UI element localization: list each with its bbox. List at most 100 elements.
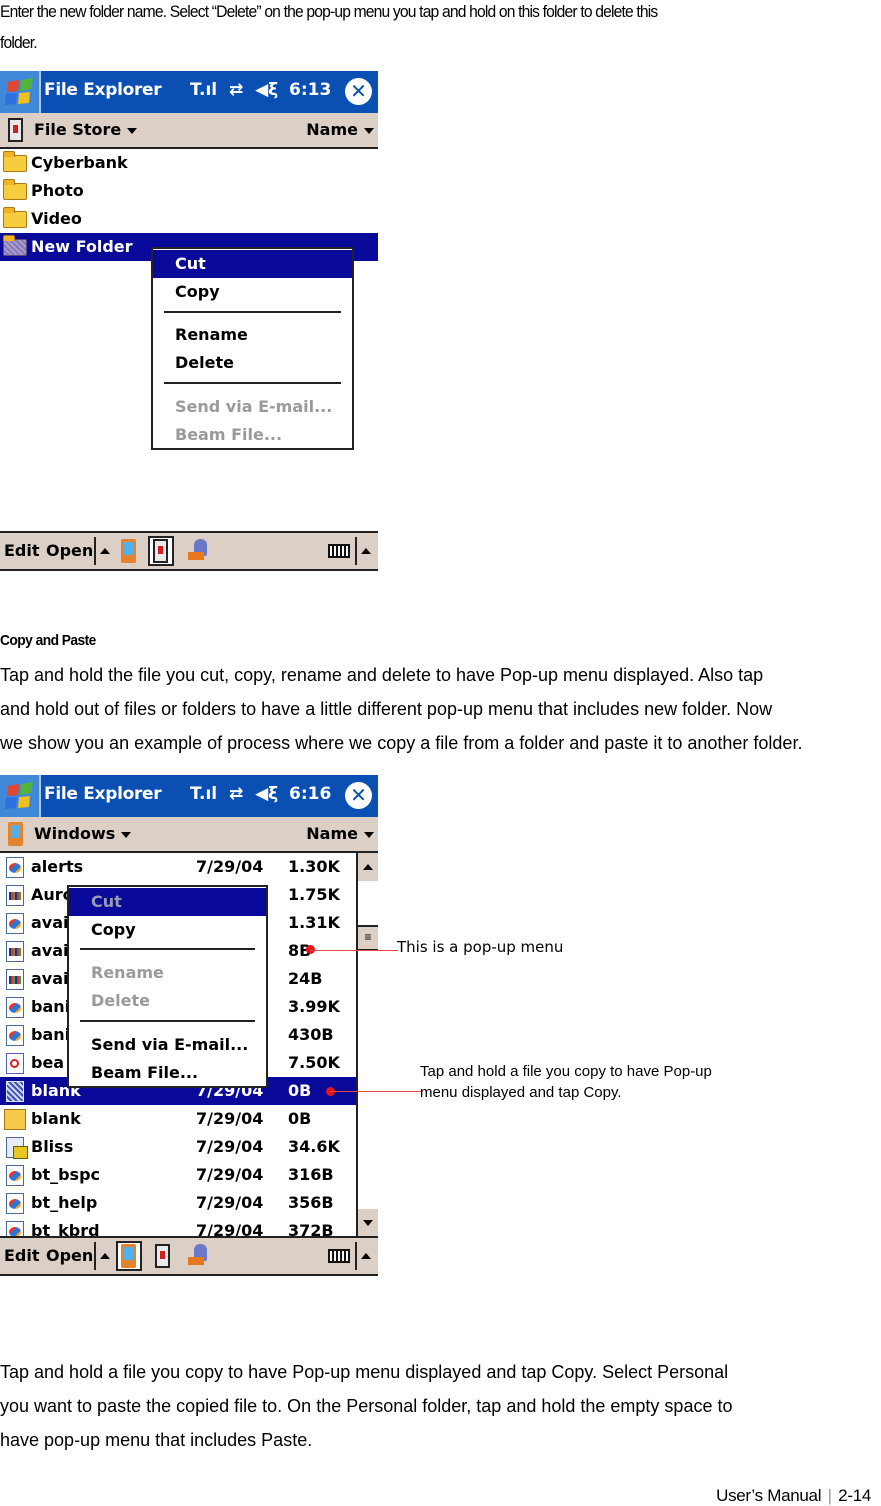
sort-dropdown[interactable]: Name — [306, 824, 374, 843]
file-explorer-screenshot-2: File Explorer T.ıl ⇄ ◀ξ 6:16 ✕ Windows N… — [0, 775, 378, 1278]
start-button[interactable] — [0, 775, 41, 817]
sort-dropdown[interactable]: Name — [306, 120, 374, 139]
menu-item-rename[interactable]: Rename — [69, 959, 266, 987]
scrollbar-thumb[interactable]: ≡ — [358, 925, 378, 951]
chevron-down-icon — [121, 831, 132, 838]
file-size: 0B — [288, 1081, 312, 1100]
new-folder-icon — [3, 235, 27, 256]
context-menu: Cut Copy Rename Delete Send via E-mail..… — [67, 885, 268, 1088]
media-file-icon — [6, 1193, 24, 1214]
file-row[interactable]: Bliss 7/29/04 34.6K — [0, 1133, 356, 1161]
divider — [355, 537, 357, 565]
menu-item-send-email[interactable]: Send via E-mail... — [153, 393, 352, 421]
context-menu: Cut Copy Rename Delete Send via E-mail..… — [151, 247, 354, 450]
folder-icon — [3, 179, 27, 200]
list-item[interactable]: Photo — [0, 177, 378, 205]
file-row[interactable]: blank 7/29/04 0B — [0, 1105, 356, 1133]
storage-card-icon — [153, 539, 168, 563]
vertical-scrollbar[interactable]: ≡ — [356, 853, 378, 1237]
menu-item-copy[interactable]: Copy — [69, 916, 266, 944]
menu-item-delete[interactable]: Delete — [69, 987, 266, 1015]
menu-item-beam-file[interactable]: Beam File... — [153, 421, 352, 449]
menu-item-send-email[interactable]: Send via E-mail... — [69, 1031, 266, 1059]
location-dropdown[interactable]: File Store — [34, 120, 138, 139]
callout-leader-line — [310, 950, 398, 951]
file-name: bani — [31, 1025, 71, 1044]
scroll-up-button[interactable] — [358, 853, 378, 881]
file-row[interactable]: alerts 7/29/04 1.30K — [0, 853, 356, 881]
close-icon[interactable]: ✕ — [345, 782, 372, 809]
file-size: 1.75K — [288, 885, 340, 904]
callout-line-1: Tap and hold a file you copy to have Pop… — [420, 1063, 712, 1080]
clock[interactable]: 6:16 — [289, 784, 331, 804]
media-file-icon — [6, 997, 24, 1018]
menu-item-beam-file[interactable]: Beam File... — [69, 1059, 266, 1087]
menu-item-copy[interactable]: Copy — [153, 278, 352, 306]
footer-label: User’s Manual — [716, 1486, 822, 1505]
chevron-down-icon — [364, 831, 374, 838]
media-file-icon — [6, 857, 24, 878]
volume-icon[interactable]: ◀ξ — [255, 80, 278, 100]
divider — [94, 537, 96, 565]
menu-item-delete[interactable]: Delete — [153, 349, 352, 377]
scroll-down-button[interactable] — [358, 1209, 378, 1237]
closing-paragraph-line: you want to paste the copied file to. On… — [0, 1396, 733, 1416]
device-icon — [8, 822, 23, 846]
folder-icon — [3, 207, 27, 228]
location-dropdown[interactable]: Windows — [34, 824, 132, 843]
file-name: bt_bspc — [31, 1165, 101, 1184]
storage-card-button[interactable] — [148, 536, 174, 566]
closing-paragraph-line: have pop-up menu that includes Paste. — [0, 1430, 313, 1450]
list-item[interactable]: Video — [0, 205, 378, 233]
menu-item-cut[interactable]: Cut — [69, 888, 266, 916]
keyboard-icon[interactable] — [328, 1249, 350, 1263]
file-date: 7/29/04 — [196, 1193, 264, 1212]
section-paragraph-line: and hold out of files or folders to have… — [0, 699, 773, 719]
volume-icon[interactable]: ◀ξ — [255, 784, 278, 804]
file-size: 7.50K — [288, 1053, 340, 1072]
edit-menu[interactable]: Edit — [4, 541, 40, 560]
chevron-up-icon[interactable] — [361, 548, 371, 554]
clock[interactable]: 6:13 — [289, 80, 331, 100]
file-row[interactable]: bt_bspc 7/29/04 316B — [0, 1161, 356, 1189]
chevron-up-icon[interactable] — [100, 1253, 110, 1259]
start-button[interactable] — [0, 71, 41, 113]
item-name: Photo — [31, 181, 84, 200]
chevron-up-icon[interactable] — [361, 1253, 371, 1259]
file-size: 430B — [288, 1025, 334, 1044]
menu-item-rename[interactable]: Rename — [153, 321, 352, 349]
device-icon — [121, 1244, 136, 1268]
intro-line-1: Enter the new folder name. Select “Delet… — [0, 2, 658, 21]
close-icon[interactable]: ✕ — [345, 78, 372, 105]
callout-leader-line — [330, 1091, 422, 1092]
command-bar: Edit Open — [0, 531, 378, 571]
location-label: File Store — [34, 120, 122, 139]
open-menu[interactable]: Open — [46, 1246, 93, 1265]
list-item[interactable]: Cyberbank — [0, 149, 378, 177]
title-bar: File Explorer T.ıl ⇄ ◀ξ 6:16 ✕ — [0, 775, 378, 817]
keyboard-icon[interactable] — [328, 544, 350, 558]
signal-icon[interactable]: T.ıl — [190, 784, 217, 804]
sound-file-icon — [6, 969, 24, 990]
menu-separator — [80, 1020, 255, 1022]
navigation-bar: File Store Name — [0, 113, 378, 149]
device-icon[interactable] — [121, 539, 136, 563]
item-name: New Folder — [31, 237, 133, 256]
device-button[interactable] — [116, 1241, 142, 1271]
location-label: Windows — [34, 824, 116, 843]
chevron-up-icon[interactable] — [100, 548, 110, 554]
sound-file-icon — [6, 941, 24, 962]
signal-icon[interactable]: T.ıl — [190, 80, 217, 100]
file-date: 7/29/04 — [196, 857, 264, 876]
network-icon[interactable] — [188, 1244, 208, 1266]
edit-menu[interactable]: Edit — [4, 1246, 40, 1265]
connectivity-icon[interactable]: ⇄ — [229, 80, 243, 100]
file-row[interactable]: bt_help 7/29/04 356B — [0, 1189, 356, 1217]
sort-label: Name — [306, 120, 358, 139]
open-menu[interactable]: Open — [46, 541, 93, 560]
storage-card-icon[interactable] — [155, 1244, 170, 1268]
network-icon[interactable] — [188, 539, 208, 561]
connectivity-icon[interactable]: ⇄ — [229, 784, 243, 804]
selected-file-icon — [6, 1081, 24, 1102]
menu-item-cut[interactable]: Cut — [153, 250, 352, 278]
